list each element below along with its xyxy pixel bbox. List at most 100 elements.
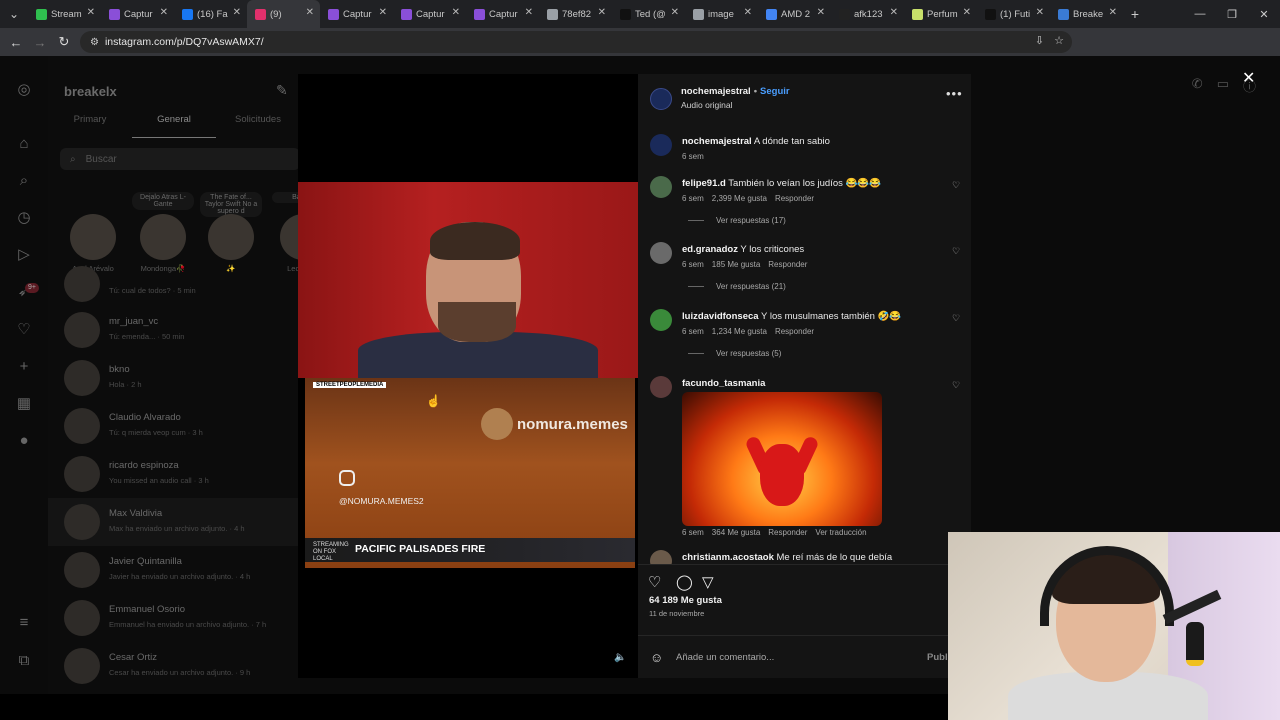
browser-tab[interactable]: Stream ✕ <box>28 0 101 28</box>
comment-gif[interactable] <box>682 392 882 526</box>
tab-close-icon[interactable]: ✕ <box>160 7 168 18</box>
view-replies-button[interactable]: Ver respuestas (5) <box>688 349 781 358</box>
translate-button[interactable]: Ver traducción <box>815 528 866 537</box>
bookmark-star-icon[interactable]: ☆ <box>1054 34 1064 47</box>
comment-user[interactable]: ed.granadoz <box>682 244 738 255</box>
browser-tab[interactable]: (9) ✕ <box>247 0 320 28</box>
site-info-icon[interactable]: ⚙ <box>90 37 99 48</box>
comment-user[interactable]: facundo_tasmania <box>682 378 765 389</box>
thread-item[interactable]: Cesar Ortiz Cesar ha enviado un archivo a… <box>48 642 300 690</box>
inbox-search-input[interactable]: ⌕ Buscar <box>60 148 300 170</box>
thread-item[interactable]: bkno Hola · 2 h <box>48 354 300 402</box>
tab-close-icon[interactable]: ✕ <box>1109 7 1117 18</box>
comment-likes[interactable]: 185 Me gusta <box>712 260 760 269</box>
thread-item[interactable]: Emmanuel Osorio Emmanuel ha enviado un ar… <box>48 594 300 642</box>
thread-item[interactable]: Claudio Alvarado Tú: q mierda veop cum · … <box>48 402 300 450</box>
tab-close-icon[interactable]: ✕ <box>306 7 314 18</box>
reply-button[interactable]: Responder <box>775 194 814 203</box>
install-app-icon[interactable]: ⇩ <box>1035 34 1044 47</box>
search-icon[interactable]: ⌕ <box>14 171 34 191</box>
audio-link[interactable]: Audio original <box>681 100 733 110</box>
author-avatar[interactable] <box>650 88 672 110</box>
browser-tab[interactable]: Breake ✕ <box>1050 0 1123 28</box>
tab-close-icon[interactable]: ✕ <box>1036 7 1044 18</box>
reply-button[interactable]: Responder <box>768 260 807 269</box>
commenter-avatar[interactable] <box>650 242 672 264</box>
address-bar[interactable]: ⚙ instagram.com/p/DQ7vAswAMX7/ ⇩ ☆ <box>80 31 1072 53</box>
comment-likes[interactable]: 1,234 Me gusta <box>712 327 767 336</box>
view-replies-button[interactable]: Ver respuestas (17) <box>688 216 786 225</box>
profile-avatar-icon[interactable]: ● <box>14 431 34 451</box>
view-replies-button[interactable]: Ver respuestas (21) <box>688 282 786 291</box>
comment-like-icon[interactable]: ♡ <box>952 313 960 324</box>
tab-close-icon[interactable]: ✕ <box>671 7 679 18</box>
browser-tab[interactable]: afk123 ✕ <box>831 0 904 28</box>
reload-button[interactable]: ↻ <box>52 34 76 50</box>
like-heart-icon[interactable]: ♡ <box>648 573 661 591</box>
reply-button[interactable]: Responder <box>775 327 814 336</box>
browser-tab[interactable]: Ted (@ ✕ <box>612 0 685 28</box>
browser-tab[interactable]: Perfum ✕ <box>904 0 977 28</box>
home-icon[interactable]: ⌂ <box>14 134 34 154</box>
tab-general[interactable]: General <box>132 114 216 138</box>
tab-close-icon[interactable]: ✕ <box>87 7 95 18</box>
new-message-icon[interactable]: ✎ <box>276 82 288 99</box>
post-video[interactable]: STREETPEOPLEMEDIA nomura.memes @NOMURA.M… <box>298 74 638 678</box>
mute-toggle-icon[interactable]: 🔈 <box>614 652 626 663</box>
comment-like-icon[interactable]: ♡ <box>952 380 960 391</box>
create-icon[interactable]: + <box>14 357 34 377</box>
comment-like-icon[interactable]: ♡ <box>952 180 960 191</box>
tab-close-icon[interactable]: ✕ <box>525 7 533 18</box>
comment-likes[interactable]: 364 Me gusta <box>712 528 760 537</box>
thread-item[interactable]: Tú: cual de todos? · 5 min <box>48 260 300 308</box>
browser-tab[interactable]: (1) Futi ✕ <box>977 0 1050 28</box>
thread-item[interactable]: Max Valdivia Max ha enviado un archivo ad… <box>48 498 300 546</box>
back-button[interactable]: ← <box>4 35 28 50</box>
likes-count[interactable]: 64 189 Me gusta <box>649 595 722 606</box>
commenter-avatar[interactable] <box>650 550 672 564</box>
comment-user[interactable]: luizdavidfonseca <box>682 311 759 322</box>
comment-input[interactable]: Añade un comentario... <box>676 652 774 663</box>
thread-item[interactable]: ricardo espinoza You missed an audio call… <box>48 450 300 498</box>
inbox-username[interactable]: breakelx <box>64 84 117 99</box>
tab-search-button[interactable]: ⌄ <box>0 0 28 28</box>
comment-like-icon[interactable]: ♡ <box>952 246 960 257</box>
tab-close-icon[interactable]: ✕ <box>233 7 241 18</box>
browser-tab[interactable]: Captur ✕ <box>393 0 466 28</box>
commenter-avatar[interactable] <box>650 376 672 398</box>
browser-tab[interactable]: Captur ✕ <box>466 0 539 28</box>
browser-tab[interactable]: AMD 2 ✕ <box>758 0 831 28</box>
close-modal-icon[interactable]: ✕ <box>1242 68 1255 88</box>
follow-button[interactable]: Seguir <box>760 86 790 97</box>
more-menu-icon[interactable]: ≡ <box>14 613 34 633</box>
author-username[interactable]: nochemajestral <box>681 86 751 97</box>
tab-close-icon[interactable]: ✕ <box>817 7 825 18</box>
threads-icon[interactable]: ⧉ <box>14 651 34 671</box>
comment-likes[interactable]: 2,399 Me gusta <box>712 194 767 203</box>
share-icon[interactable]: ▽ <box>702 573 714 591</box>
comment-icon[interactable]: ◯ <box>676 573 693 591</box>
dashboard-icon[interactable]: ▦ <box>14 394 34 414</box>
tab-close-icon[interactable]: ✕ <box>452 7 460 18</box>
browser-tab[interactable]: Captur ✕ <box>101 0 174 28</box>
new-tab-button[interactable]: + <box>1123 6 1147 22</box>
tab-close-icon[interactable]: ✕ <box>744 7 752 18</box>
minimize-button[interactable]: — <box>1184 0 1216 28</box>
reels-icon[interactable]: ▷ <box>14 245 34 265</box>
comment-user[interactable]: felipe91.d <box>682 178 726 189</box>
commenter-avatar[interactable] <box>650 309 672 331</box>
comment-user[interactable]: christianm.acostaok <box>682 552 774 563</box>
commenter-avatar[interactable] <box>650 176 672 198</box>
thread-item[interactable]: mr_juan_vc Tú: emenda... · 50 min <box>48 306 300 354</box>
explore-icon[interactable]: ◷ <box>14 208 34 228</box>
thread-item[interactable]: Javier Quintanilla Javier ha enviado un a… <box>48 546 300 594</box>
browser-tab[interactable]: image ✕ <box>685 0 758 28</box>
browser-tab[interactable]: (16) Fa ✕ <box>174 0 247 28</box>
tab-requests[interactable]: Solicitudes <box>216 114 300 138</box>
close-window-button[interactable]: ✕ <box>1248 0 1280 28</box>
caption-avatar[interactable] <box>650 134 672 156</box>
browser-tab[interactable]: Captur ✕ <box>320 0 393 28</box>
tab-close-icon[interactable]: ✕ <box>598 7 606 18</box>
emoji-icon[interactable]: ☺ <box>650 650 663 665</box>
tab-close-icon[interactable]: ✕ <box>890 7 898 18</box>
